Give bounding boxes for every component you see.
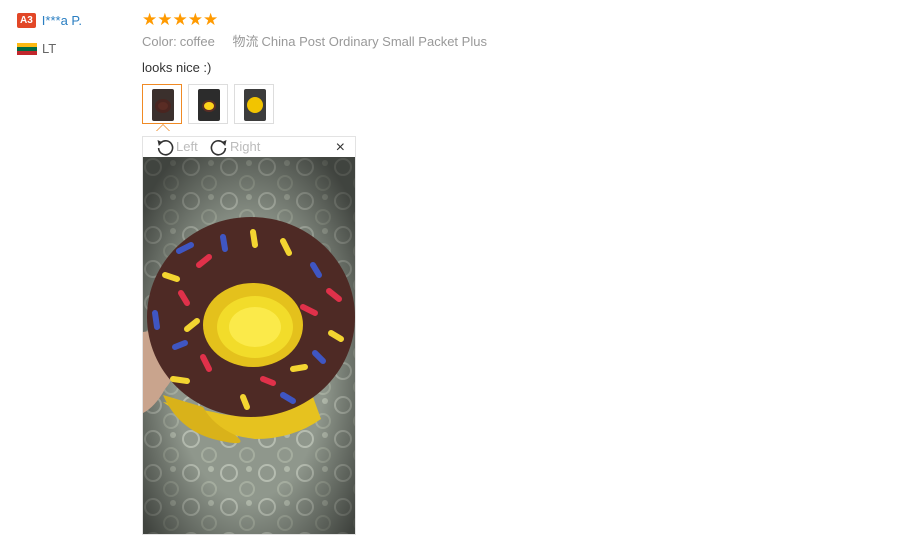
rotate-left-button[interactable]: Left: [155, 137, 198, 157]
active-thumbnail-pointer: [156, 124, 170, 131]
reviewer-name[interactable]: I***a P.: [42, 13, 82, 28]
flag-icon: [17, 42, 37, 55]
review-content: ★★★★★ Color: coffee 物流 China Post Ordinary…: [142, 10, 902, 131]
photo-thumbnails: [142, 84, 902, 131]
photo-thumbnail[interactable]: [188, 84, 228, 124]
photo-viewer: Left Right ×: [142, 136, 356, 535]
shipping-value: China Post Ordinary Small Packet Plus: [261, 34, 487, 49]
review-photo: [143, 157, 355, 534]
review-text: looks nice :): [142, 60, 212, 75]
country-code: LT: [42, 41, 57, 57]
rotate-left-label: Left: [176, 139, 198, 154]
color-label: Color:: [142, 34, 177, 49]
reviewer-info: A3 I***a P. LT: [17, 12, 127, 56]
color-value: coffee: [179, 34, 215, 49]
rotate-right-label: Right: [230, 139, 261, 154]
rotate-right-button[interactable]: Right: [209, 137, 260, 157]
star-rating: ★★★★★: [142, 10, 219, 29]
shipping-label: 物流: [232, 34, 259, 49]
rotate-right-icon: [210, 140, 227, 156]
close-icon[interactable]: ×: [336, 139, 345, 157]
order-info: Color: coffee 物流 China Post Ordinary Small…: [142, 33, 902, 51]
level-badge: A3: [17, 13, 36, 29]
rotate-left-icon: [157, 140, 174, 156]
photo-thumbnail[interactable]: [142, 84, 182, 124]
viewer-toolbar: Left Right ×: [143, 137, 355, 157]
photo-thumbnail[interactable]: [234, 84, 274, 124]
